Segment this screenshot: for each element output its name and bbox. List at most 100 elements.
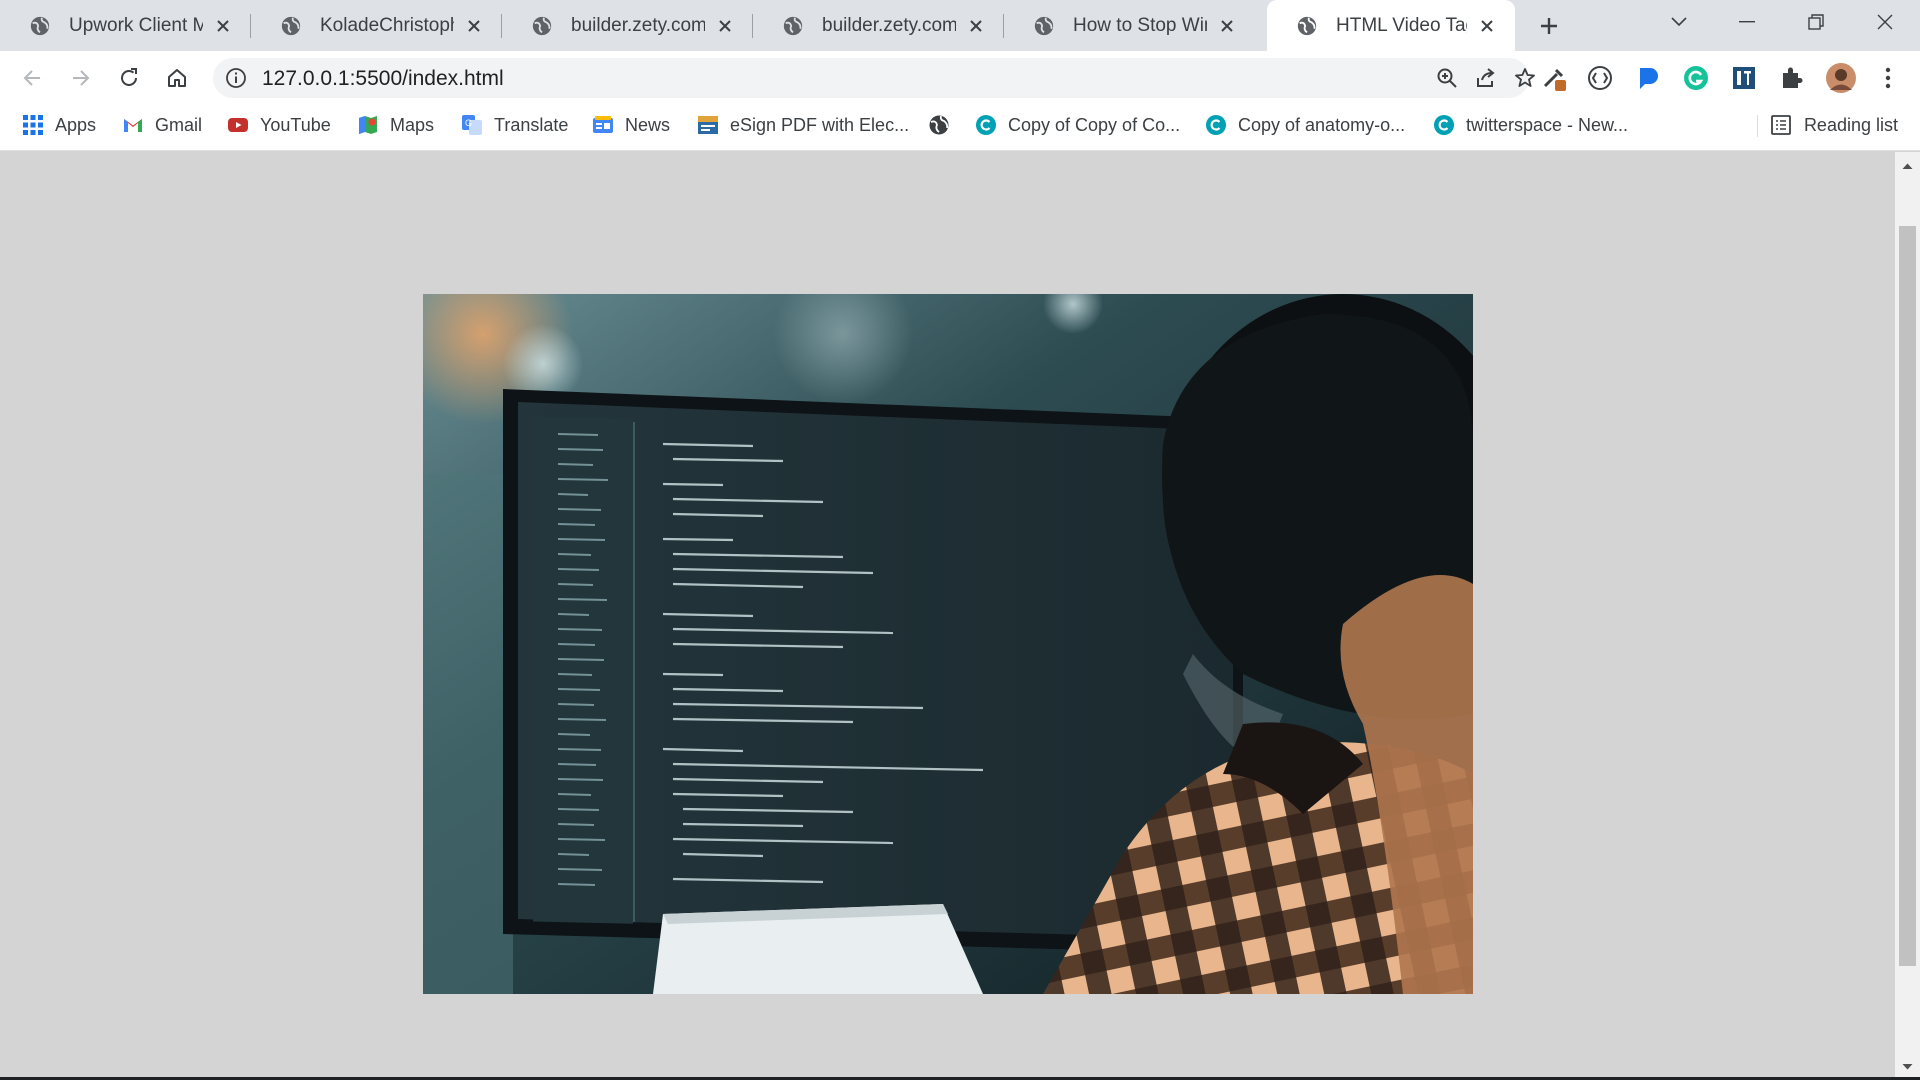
arrow-left-icon (23, 70, 40, 86)
reload-icon (121, 68, 137, 86)
bookmark-label: News (625, 114, 671, 135)
reload-button[interactable] (110, 59, 148, 97)
bookmark-label: Maps (390, 114, 435, 135)
home-button[interactable] (158, 59, 196, 97)
close-icon (1877, 14, 1893, 30)
globe-icon (281, 16, 301, 35)
globe-icon (1297, 16, 1317, 35)
chrome-menu-button[interactable] (1874, 64, 1902, 92)
forward-button[interactable] (62, 59, 100, 97)
scroll-up-arrow-icon[interactable] (1901, 160, 1914, 173)
bookmark-globe[interactable] (928, 105, 961, 145)
tab-close-icon[interactable] (462, 14, 486, 38)
developer-coding-photo (423, 294, 1473, 994)
bookmark-copy-of-copy[interactable]: Copy of Copy of Co... (975, 105, 1180, 145)
tab-title: HTML Video Tag (1336, 14, 1467, 36)
reading-list-button[interactable]: Reading list (1770, 105, 1898, 145)
scrollbar-thumb[interactable] (1899, 226, 1916, 966)
chevron-down-icon (1671, 17, 1687, 27)
video-poster-image[interactable] (423, 294, 1473, 994)
gmail-icon (124, 119, 142, 132)
info-icon[interactable] (225, 67, 247, 89)
bookmarks-divider (1757, 115, 1758, 137)
tab-html-video-tag[interactable]: HTML Video Tag (1267, 0, 1515, 51)
tab-title: builder.zety.com (571, 14, 705, 36)
bookmark-apps[interactable]: Apps (22, 105, 96, 145)
reader-extension-icon[interactable] (1730, 64, 1758, 92)
globe-icon (929, 115, 949, 135)
youtube-icon (228, 118, 248, 132)
tab-search-button[interactable] (1648, 0, 1710, 44)
reading-list-label: Reading list (1803, 114, 1898, 135)
extensions-puzzle-icon[interactable] (1778, 64, 1806, 92)
address-url[interactable]: 127.0.0.1:5500/index.html (262, 67, 504, 91)
bookmark-label: Apps (55, 114, 97, 135)
pocket-extension-icon[interactable] (1634, 64, 1662, 92)
color-picker-extension-icon[interactable] (1540, 64, 1568, 92)
tab-title: KoladeChristopher (320, 14, 454, 36)
bookmarks-bar: Apps Gmail YouTube Maps G Translate News… (0, 105, 1920, 151)
tab-zety-2[interactable]: builder.zety.com (753, 0, 1004, 51)
bookmark-copy-of-anatomy[interactable]: Copy of anatomy-o... (1205, 105, 1405, 145)
bookmark-label: Gmail (155, 114, 203, 135)
tab-close-icon[interactable] (1475, 14, 1499, 38)
arrow-right-icon (73, 70, 90, 86)
tab-title: Upwork Client Mag (69, 14, 203, 36)
new-tab-button[interactable] (1531, 12, 1567, 40)
browser-toolbar: 127.0.0.1:5500/index.html (0, 51, 1920, 105)
bookmark-label: Copy of anatomy-o... (1238, 114, 1406, 135)
web-developer-extension-icon[interactable] (1586, 64, 1614, 92)
bookmark-label: Copy of Copy of Co... (1008, 114, 1181, 135)
minimize-icon (1739, 21, 1755, 23)
globe-icon (1034, 16, 1054, 35)
esign-icon (698, 116, 718, 134)
vertical-scrollbar[interactable] (1895, 152, 1920, 1080)
bookmark-twitterspace[interactable]: twitterspace - New... (1433, 105, 1628, 145)
tab-zety-1[interactable]: builder.zety.com (502, 0, 753, 51)
more-vertical-icon (1885, 67, 1891, 89)
bookmark-label: twitterspace - New... (1466, 114, 1629, 135)
canva-icon (976, 115, 996, 135)
maps-icon (359, 116, 377, 134)
svg-text:G: G (465, 118, 472, 128)
address-bar[interactable]: 127.0.0.1:5500/index.html (213, 58, 1535, 98)
restore-icon (1808, 14, 1824, 30)
plus-icon (1541, 18, 1557, 34)
tab-title: How to Stop Windo (1073, 14, 1207, 36)
globe-icon (532, 16, 552, 35)
close-window-button[interactable] (1854, 0, 1916, 44)
page-viewport (0, 152, 1895, 1080)
tab-title: builder.zety.com (822, 14, 956, 36)
translate-icon: G (462, 115, 482, 135)
canva-icon (1206, 115, 1226, 135)
restore-button[interactable] (1785, 0, 1847, 44)
tab-close-icon[interactable] (713, 14, 737, 38)
bookmark-label: Translate (494, 114, 569, 135)
bookmark-label: YouTube (260, 114, 331, 135)
tab-upwork[interactable]: Upwork Client Mag (0, 0, 251, 51)
share-icon[interactable] (1474, 66, 1498, 90)
bookmark-gmail[interactable]: Gmail (122, 105, 202, 145)
bookmark-star-icon[interactable] (1513, 66, 1537, 90)
globe-icon (783, 16, 803, 35)
grammarly-extension-icon[interactable] (1682, 64, 1710, 92)
profile-avatar[interactable] (1825, 62, 1857, 94)
bookmark-news[interactable]: News (592, 105, 670, 145)
tab-strip: Upwork Client Mag KoladeChristopher buil… (0, 0, 1920, 51)
bookmark-esign-pdf[interactable]: eSign PDF with Elec... (697, 105, 909, 145)
tab-close-icon[interactable] (1215, 14, 1239, 38)
minimize-button[interactable] (1716, 0, 1778, 44)
bookmark-translate[interactable]: G Translate (461, 105, 568, 145)
news-icon (593, 116, 613, 133)
reading-list-icon (1771, 115, 1791, 135)
back-button[interactable] (13, 59, 51, 97)
scroll-down-arrow-icon[interactable] (1901, 1060, 1914, 1073)
tab-close-icon[interactable] (211, 14, 235, 38)
tab-how-to-stop[interactable]: How to Stop Windo (1004, 0, 1255, 51)
bookmark-youtube[interactable]: YouTube (227, 105, 331, 145)
zoom-icon[interactable] (1435, 66, 1459, 90)
bookmark-maps[interactable]: Maps (357, 105, 434, 145)
tab-close-icon[interactable] (964, 14, 988, 38)
tab-kolade[interactable]: KoladeChristopher (251, 0, 502, 51)
bookmark-label: eSign PDF with Elec... (730, 114, 910, 135)
